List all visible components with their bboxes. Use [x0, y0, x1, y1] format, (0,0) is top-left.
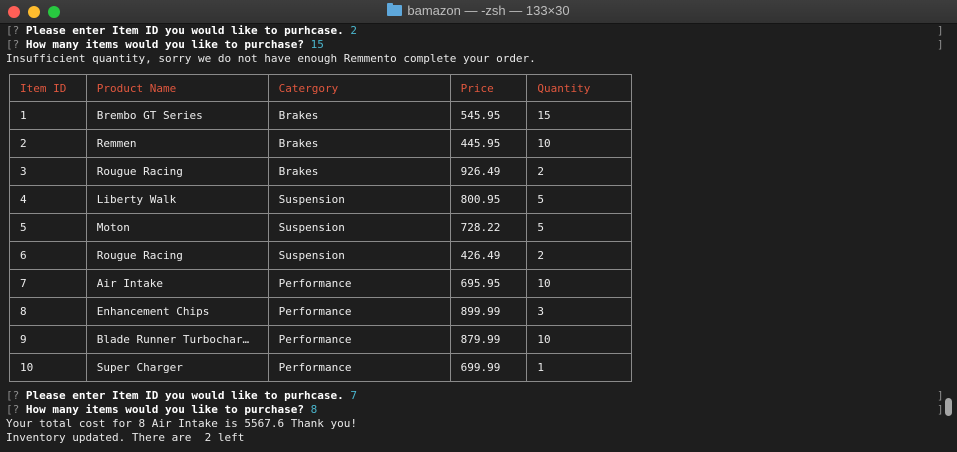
- cell-price: 899.99: [449, 297, 528, 326]
- cell-price: 800.95: [449, 185, 528, 214]
- cell-product-name: Blade Runner Turbochar…: [85, 325, 269, 354]
- table-row: 7 Air Intake Performance 695.95 10: [9, 269, 632, 298]
- prompt-marker: [?: [6, 389, 20, 402]
- cell-quantity: 1: [526, 353, 632, 382]
- cell-item-id: 7: [9, 269, 87, 298]
- cell-quantity: 5: [526, 185, 632, 214]
- cell-item-id: 1: [9, 101, 87, 130]
- cell-product-name: Rougue Racing: [85, 157, 269, 186]
- title-bar[interactable]: bamazon — -zsh — 133×30: [0, 0, 957, 24]
- cell-item-id: 6: [9, 241, 87, 270]
- cell-quantity: 10: [526, 129, 632, 158]
- prompt-text: Please enter Item ID you would like to p…: [19, 389, 344, 402]
- table-row: 8 Enhancement Chips Performance 899.99 3: [9, 297, 632, 326]
- prompt-answer: 7: [343, 389, 358, 402]
- header-product-name: Product Name: [85, 74, 269, 102]
- header-item-id: Item ID: [9, 74, 87, 102]
- cell-price: 699.99: [449, 353, 528, 382]
- scrollbar-thumb[interactable]: [945, 398, 952, 416]
- prompt-text: How many items would you like to purchas…: [19, 38, 305, 51]
- table-row: 1 Brembo GT Series Brakes 545.95 15: [9, 101, 632, 130]
- mark-bracket: ]: [937, 24, 944, 37]
- table-row: 3 Rougue Racing Brakes 926.49 2: [9, 157, 632, 186]
- cell-product-name: Super Charger: [85, 353, 269, 382]
- window-title: bamazon — -zsh — 133×30: [407, 3, 570, 18]
- cell-price: 926.49: [449, 157, 528, 186]
- terminal-output[interactable]: [? Please enter Item ID you would like t…: [0, 24, 940, 452]
- cell-category: Suspension: [267, 185, 451, 214]
- cell-item-id: 3: [9, 157, 87, 186]
- cell-price: 426.49: [449, 241, 528, 270]
- cell-price: 445.95: [449, 129, 528, 158]
- cell-price: 695.95: [449, 269, 528, 298]
- cell-item-id: 4: [9, 185, 87, 214]
- prompt-marker: [?: [6, 24, 20, 37]
- cell-item-id: 9: [9, 325, 87, 354]
- table-row: 2 Remmen Brakes 445.95 10: [9, 129, 632, 158]
- prompt-answer: 2: [343, 24, 358, 37]
- cell-product-name: Remmen: [85, 129, 269, 158]
- mark-bracket: ]: [937, 403, 944, 416]
- cell-price: 879.99: [449, 325, 528, 354]
- cell-product-name: Rougue Racing: [85, 241, 269, 270]
- window-title-wrap: bamazon — -zsh — 133×30: [0, 3, 957, 18]
- table-header-row: Item ID Product Name Catergory Price Qua…: [9, 74, 632, 102]
- cell-category: Performance: [267, 325, 451, 354]
- table-row: 9 Blade Runner Turbochar… Performance 879.9…: [9, 325, 632, 354]
- inventory-message: Inventory updated. There are 2 left: [6, 431, 245, 444]
- cell-quantity: 5: [526, 213, 632, 242]
- cell-item-id: 5: [9, 213, 87, 242]
- cell-price: 545.95: [449, 101, 528, 130]
- terminal-window: bamazon — -zsh — 133×30 [? Please enter …: [0, 0, 957, 452]
- cell-product-name: Liberty Walk: [85, 185, 269, 214]
- cell-product-name: Air Intake: [85, 269, 269, 298]
- prompt-line-item-id: [? Please enter Item ID you would like t…: [6, 389, 357, 403]
- header-price: Price: [449, 74, 528, 102]
- prompt-marker: [?: [6, 38, 20, 51]
- cell-product-name: Enhancement Chips: [85, 297, 269, 326]
- cell-quantity: 10: [526, 325, 632, 354]
- cell-product-name: Brembo GT Series: [85, 101, 269, 130]
- prompt-line-quantity: [? How many items would you like to purc…: [6, 403, 317, 417]
- prompt-line-item-id: [? Please enter Item ID you would like t…: [6, 24, 357, 38]
- table-row: 4 Liberty Walk Suspension 800.95 5: [9, 185, 632, 214]
- cell-category: Brakes: [267, 129, 451, 158]
- cell-category: Brakes: [267, 157, 451, 186]
- cell-category: Suspension: [267, 213, 451, 242]
- prompt-marker: [?: [6, 403, 20, 416]
- cell-category: Brakes: [267, 101, 451, 130]
- cell-category: Performance: [267, 353, 451, 382]
- cell-quantity: 2: [526, 241, 632, 270]
- prompt-text: Please enter Item ID you would like to p…: [19, 24, 344, 37]
- prompt-text: How many items would you like to purchas…: [19, 403, 305, 416]
- prompt-answer: 15: [304, 38, 324, 51]
- cell-quantity: 2: [526, 157, 632, 186]
- table-row: 10 Super Charger Performance 699.99 1: [9, 353, 632, 382]
- products-table: Item ID Product Name Catergory Price Qua…: [9, 74, 632, 382]
- mark-bracket: ]: [937, 389, 944, 402]
- cell-item-id: 8: [9, 297, 87, 326]
- header-quantity: Quantity: [526, 74, 632, 102]
- cell-quantity: 3: [526, 297, 632, 326]
- cell-price: 728.22: [449, 213, 528, 242]
- cell-product-name-text: Blade Runner Turbochar…: [96, 333, 250, 346]
- prompt-line-quantity: [? How many items would you like to purc…: [6, 38, 324, 52]
- total-cost-message: Your total cost for 8 Air Intake is 5567…: [6, 417, 357, 430]
- mark-bracket: ]: [937, 38, 944, 51]
- table-row: 5 Moton Suspension 728.22 5: [9, 213, 632, 242]
- cell-category: Suspension: [267, 241, 451, 270]
- cell-quantity: 10: [526, 269, 632, 298]
- cell-category: Performance: [267, 269, 451, 298]
- table-row: 6 Rougue Racing Suspension 426.49 2: [9, 241, 632, 270]
- cell-product-name: Moton: [85, 213, 269, 242]
- cell-item-id: 10: [9, 353, 87, 382]
- prompt-answer: 8: [304, 403, 318, 416]
- folder-icon: [387, 3, 403, 16]
- insufficient-message: Insufficient quantity, sorry we do not h…: [6, 52, 536, 65]
- cell-category: Performance: [267, 297, 451, 326]
- header-category: Catergory: [267, 74, 451, 102]
- cell-item-id: 2: [9, 129, 87, 158]
- cell-quantity: 15: [526, 101, 632, 130]
